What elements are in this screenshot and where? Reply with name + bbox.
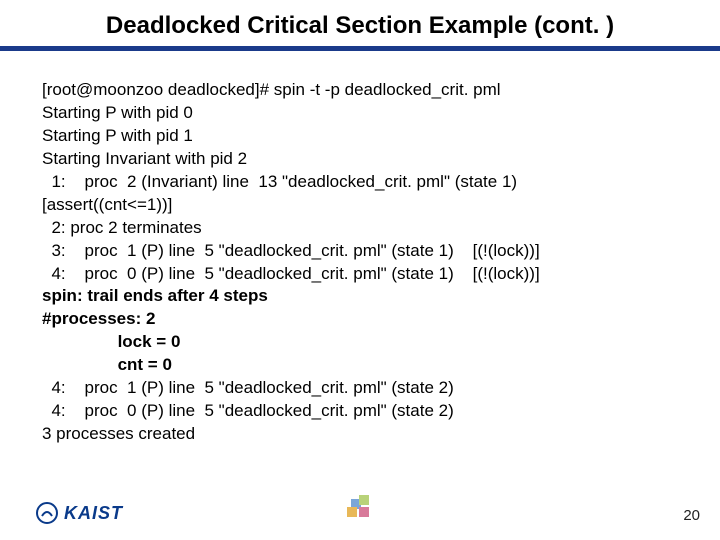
logo-mark-icon [36, 502, 58, 524]
slide-decoration-icon [343, 491, 377, 530]
slide-title: Deadlocked Critical Section Example (con… [0, 12, 720, 46]
output-line: 4: proc 0 (P) line 5 "deadlocked_crit. p… [42, 400, 678, 423]
output-line: Starting P with pid 0 [42, 102, 678, 125]
output-line: [assert((cnt<=1))] [42, 194, 678, 217]
output-line: Starting P with pid 1 [42, 125, 678, 148]
title-bar: Deadlocked Critical Section Example (con… [0, 0, 720, 51]
terminal-output: [root@moonzoo deadlocked]# spin -t -p de… [0, 51, 720, 446]
page-number: 20 [683, 507, 700, 524]
output-line-bold: lock = 0 [42, 331, 678, 354]
output-line-bold: spin: trail ends after 4 steps [42, 285, 678, 308]
output-line-bold: #processes: 2 [42, 308, 678, 331]
output-line-bold: cnt = 0 [42, 354, 678, 377]
logo-text: KAIST [64, 503, 123, 524]
output-line: 3: proc 1 (P) line 5 "deadlocked_crit. p… [42, 240, 678, 263]
output-line: 4: proc 1 (P) line 5 "deadlocked_crit. p… [42, 377, 678, 400]
output-line: 4: proc 0 (P) line 5 "deadlocked_crit. p… [42, 263, 678, 286]
output-line: 1: proc 2 (Invariant) line 13 "deadlocke… [42, 171, 678, 194]
output-line: Starting Invariant with pid 2 [42, 148, 678, 171]
footer: KAIST 20 [0, 482, 720, 530]
output-line: 3 processes created [42, 423, 678, 446]
output-line: [root@moonzoo deadlocked]# spin -t -p de… [42, 79, 678, 102]
output-line: 2: proc 2 terminates [42, 217, 678, 240]
kaist-logo: KAIST [36, 502, 123, 524]
